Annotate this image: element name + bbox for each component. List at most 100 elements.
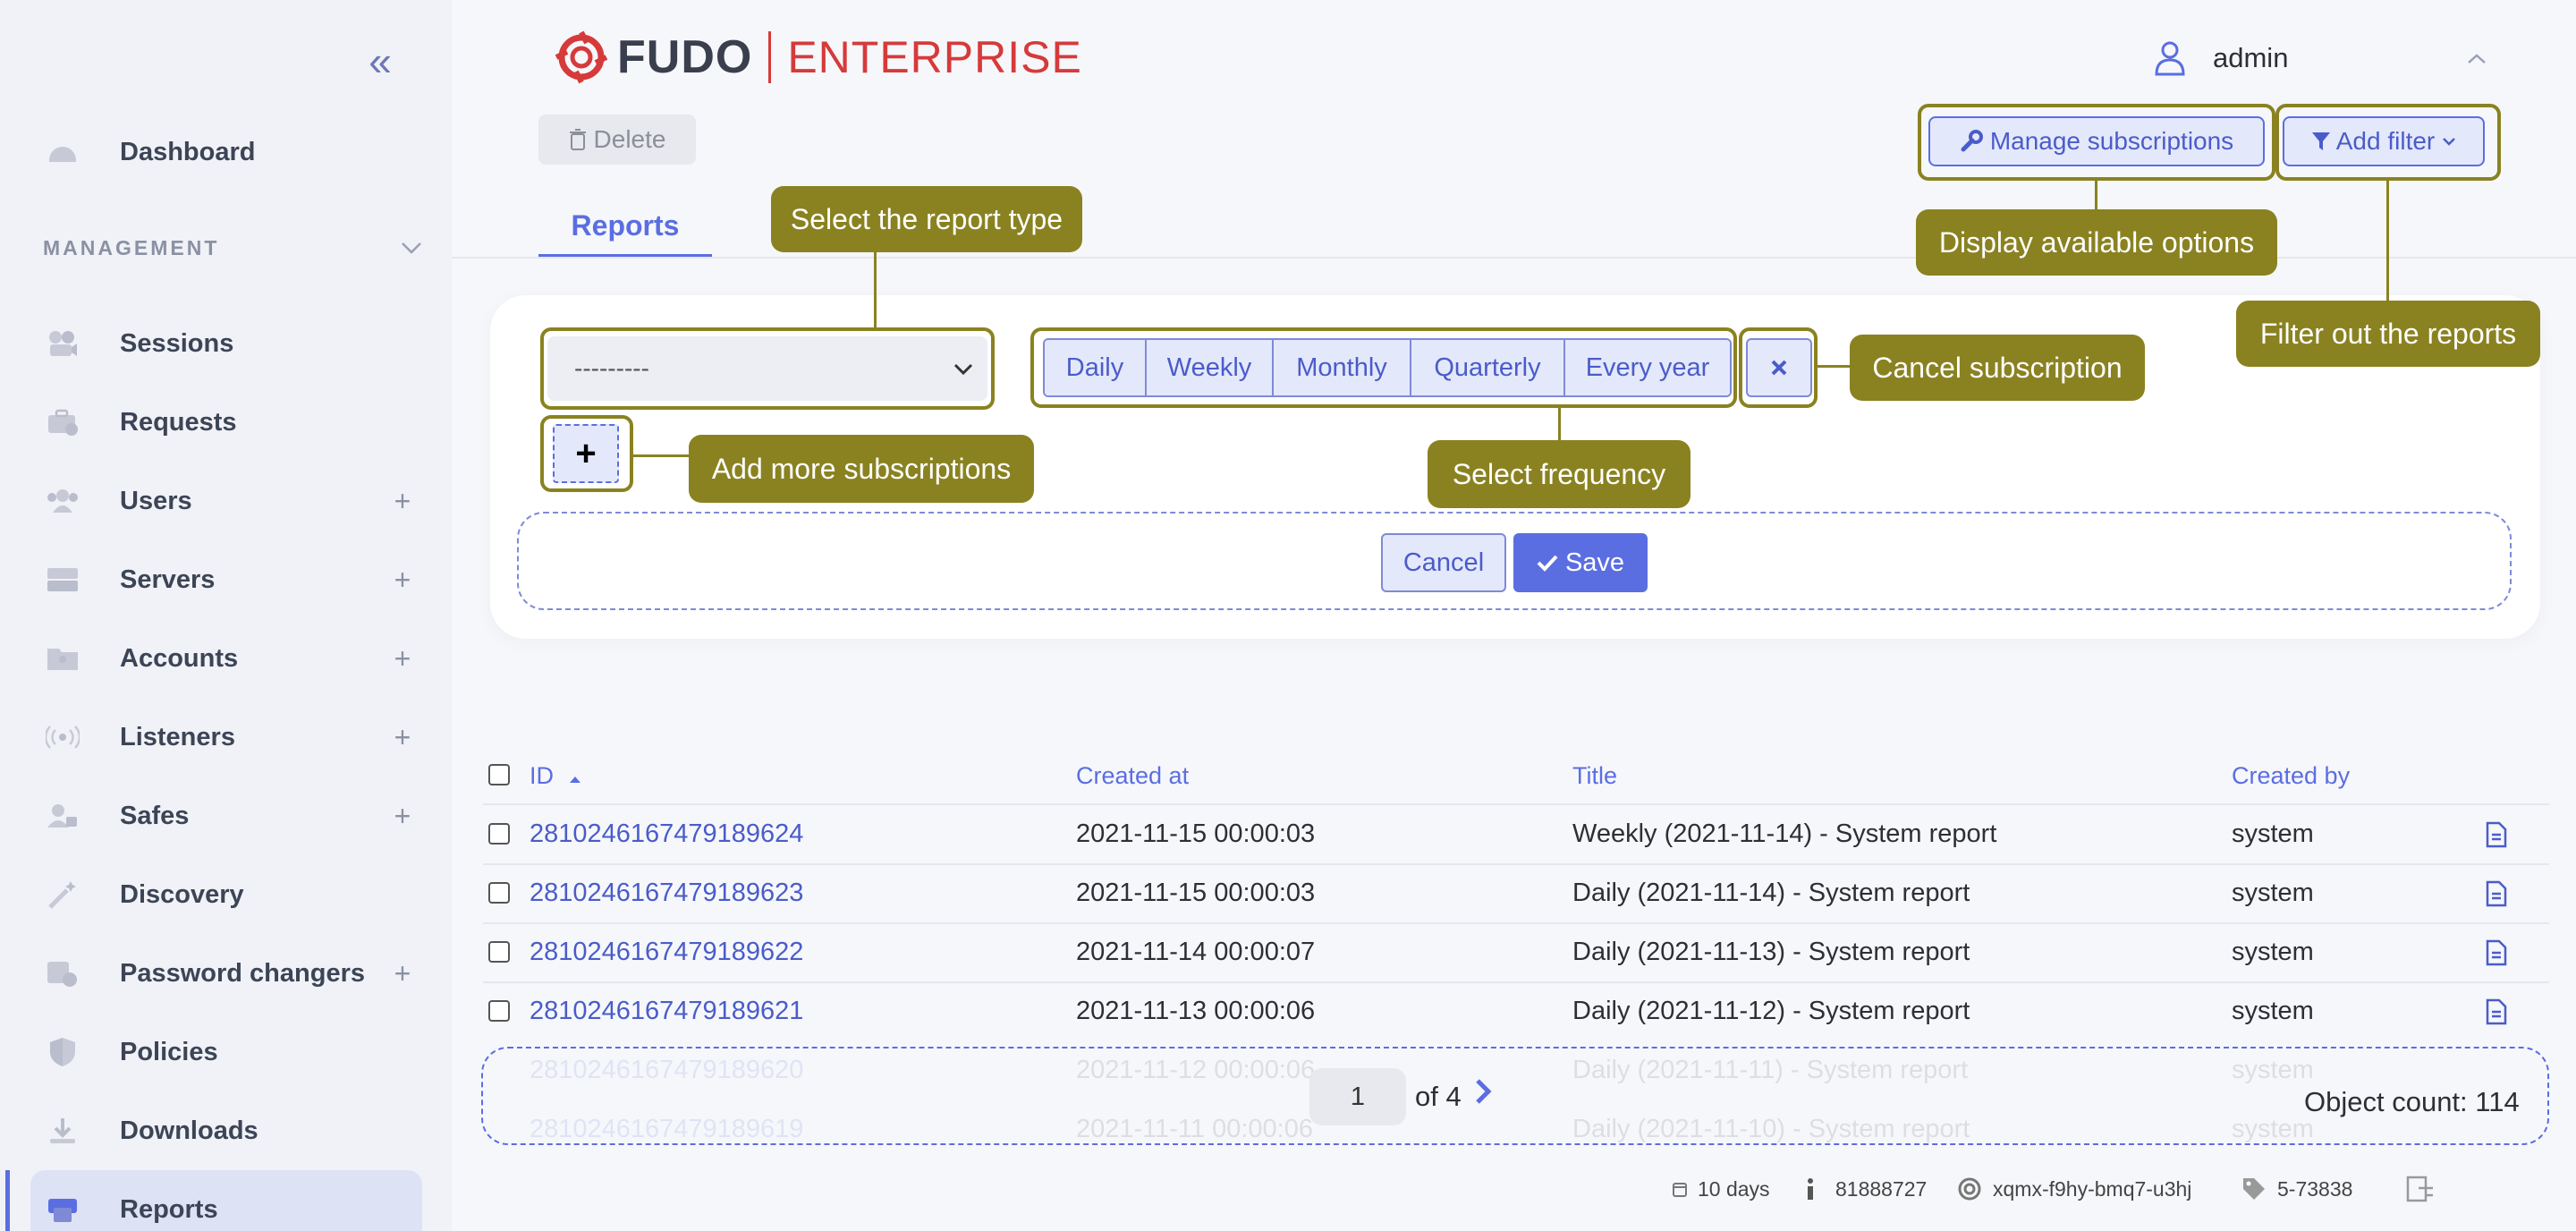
row-checkbox[interactable] <box>488 1000 510 1022</box>
management-section[interactable]: MANAGEMENT <box>43 234 428 261</box>
callout-connector <box>1818 365 1852 368</box>
add-subscription-highlight <box>540 415 633 492</box>
sidebar-item-reports[interactable]: Reports <box>45 1183 420 1231</box>
sidebar-item-accounts[interactable]: Accounts + <box>45 632 420 685</box>
info-value: 81888727 <box>1835 1176 1928 1201</box>
sidebar-item-requests[interactable]: Requests <box>45 395 420 449</box>
sidebar-item-safes[interactable]: Safes + <box>45 789 420 843</box>
column-header-created-at[interactable]: Created at <box>1076 762 1189 790</box>
sidebar-item-dashboard[interactable]: Dashboard <box>45 125 420 179</box>
fudo-enterprise-logo[interactable]: FUDO ENTERPRISE <box>555 29 1082 86</box>
chevron-down-icon <box>401 236 428 259</box>
created-at-cell: 2021-11-13 00:00:06 <box>1076 997 1316 1025</box>
download-icon <box>45 1113 80 1149</box>
report-id-link[interactable]: 2810246167479189623 <box>530 879 803 908</box>
row-checkbox[interactable] <box>488 941 510 963</box>
tag-icon <box>2243 1178 2265 1200</box>
column-header-title[interactable]: Title <box>1572 762 1617 790</box>
sidebar-item-users[interactable]: Users + <box>45 474 420 528</box>
sidebar-item-label: Servers <box>120 565 216 594</box>
active-item-indicator <box>5 1170 10 1231</box>
servers-icon <box>45 562 80 598</box>
info-status: 81888727 <box>1805 1176 1927 1202</box>
sidebar-item-listeners[interactable]: Listeners + <box>45 710 420 764</box>
section-label: MANAGEMENT <box>43 235 220 259</box>
uptime-value: 10 days <box>1698 1176 1770 1201</box>
sidebar-item-discovery[interactable]: Discovery <box>45 868 420 921</box>
listeners-icon <box>45 719 80 755</box>
dashboard-icon <box>45 134 80 170</box>
callout-connector <box>2386 181 2389 301</box>
callout-connector <box>633 454 689 457</box>
report-id-link[interactable]: 2810246167479189621 <box>530 997 803 1026</box>
column-header-label: ID <box>530 762 554 789</box>
add-filter-highlight <box>2275 104 2501 181</box>
collapse-sidebar-icon[interactable]: « <box>362 40 398 81</box>
page-total: of 4 <box>1415 1081 1462 1112</box>
sidebar-item-downloads[interactable]: Downloads <box>45 1104 420 1158</box>
document-icon[interactable] <box>2485 821 2508 848</box>
sidebar-item-label: Password changers <box>120 958 365 988</box>
sidebar-item-label: Safes <box>120 801 190 830</box>
filter-reports-callout: Filter out the reports <box>2236 301 2540 367</box>
sidebar-item-label: Dashboard <box>120 137 256 166</box>
expand-plus-icon[interactable]: + <box>385 564 420 597</box>
created-at-cell: 2021-11-14 00:00:07 <box>1076 938 1316 966</box>
row-divider <box>483 981 2549 983</box>
expand-plus-icon[interactable]: + <box>385 800 420 833</box>
requests-icon <box>45 404 80 440</box>
title-cell: Daily (2021-11-14) - System report <box>1572 879 1970 907</box>
row-checkbox[interactable] <box>488 882 510 904</box>
license-icon <box>2406 1176 2433 1202</box>
column-header-created-by[interactable]: Created by <box>2232 762 2350 790</box>
license-status[interactable] <box>2406 1176 2445 1202</box>
username: admin <box>2213 42 2289 73</box>
document-icon[interactable] <box>2485 998 2508 1025</box>
sidebar-item-password-changers[interactable]: Password changers + <box>45 947 420 1000</box>
report-type-highlight <box>540 327 995 410</box>
version-value: 5-73838 <box>2277 1176 2353 1201</box>
sidebar-item-label: Reports <box>120 1194 218 1224</box>
select-all-checkbox[interactable] <box>488 764 510 785</box>
sidebar-item-label: Discovery <box>120 879 244 909</box>
expand-plus-icon[interactable]: + <box>385 642 420 675</box>
sidebar-item-label: Requests <box>120 407 237 437</box>
sidebar-item-label: Sessions <box>120 328 234 358</box>
document-icon[interactable] <box>2485 880 2508 907</box>
report-id-link[interactable]: 2810246167479189624 <box>530 819 803 849</box>
row-checkbox[interactable] <box>488 823 510 845</box>
cancel-button[interactable]: Cancel <box>1381 533 1506 592</box>
report-id-link[interactable]: 2810246167479189622 <box>530 938 803 967</box>
row-divider <box>483 922 2549 924</box>
tab-reports[interactable]: Reports <box>538 200 712 258</box>
sessions-icon <box>45 326 80 361</box>
page-number-input[interactable]: 1 <box>1309 1068 1406 1125</box>
expand-plus-icon[interactable]: + <box>385 721 420 754</box>
save-button[interactable]: Save <box>1513 533 1648 592</box>
created-by-cell: system <box>2232 879 2314 907</box>
user-menu[interactable]: admin <box>2154 36 2487 81</box>
node-icon <box>1958 1177 1981 1201</box>
trash-icon <box>569 129 586 150</box>
sidebar-item-policies[interactable]: Policies <box>45 1025 420 1079</box>
sidebar-item-label: Users <box>120 486 192 515</box>
manage-subscriptions-highlight <box>1918 104 2275 181</box>
delete-button[interactable]: Delete <box>538 115 696 165</box>
discovery-icon <box>45 877 80 913</box>
sidebar-item-sessions[interactable]: Sessions <box>45 317 420 370</box>
check-icon <box>1537 555 1558 572</box>
expand-plus-icon[interactable]: + <box>385 957 420 990</box>
next-page-icon[interactable] <box>1474 1074 1492 1114</box>
chevron-up-icon <box>2467 46 2487 71</box>
pagination-bar <box>481 1047 2549 1145</box>
created-by-cell: system <box>2232 819 2314 848</box>
created-by-cell: system <box>2232 997 2314 1025</box>
expand-plus-icon[interactable]: + <box>385 485 420 518</box>
sidebar-item-servers[interactable]: Servers + <box>45 553 420 607</box>
calendar-icon <box>1673 1183 1687 1197</box>
version-status: 5-73838 <box>2241 1176 2352 1202</box>
users-icon <box>45 483 80 519</box>
sidebar-item-label: Accounts <box>120 643 239 673</box>
column-header-id[interactable]: ID <box>530 762 582 790</box>
document-icon[interactable] <box>2485 939 2508 966</box>
